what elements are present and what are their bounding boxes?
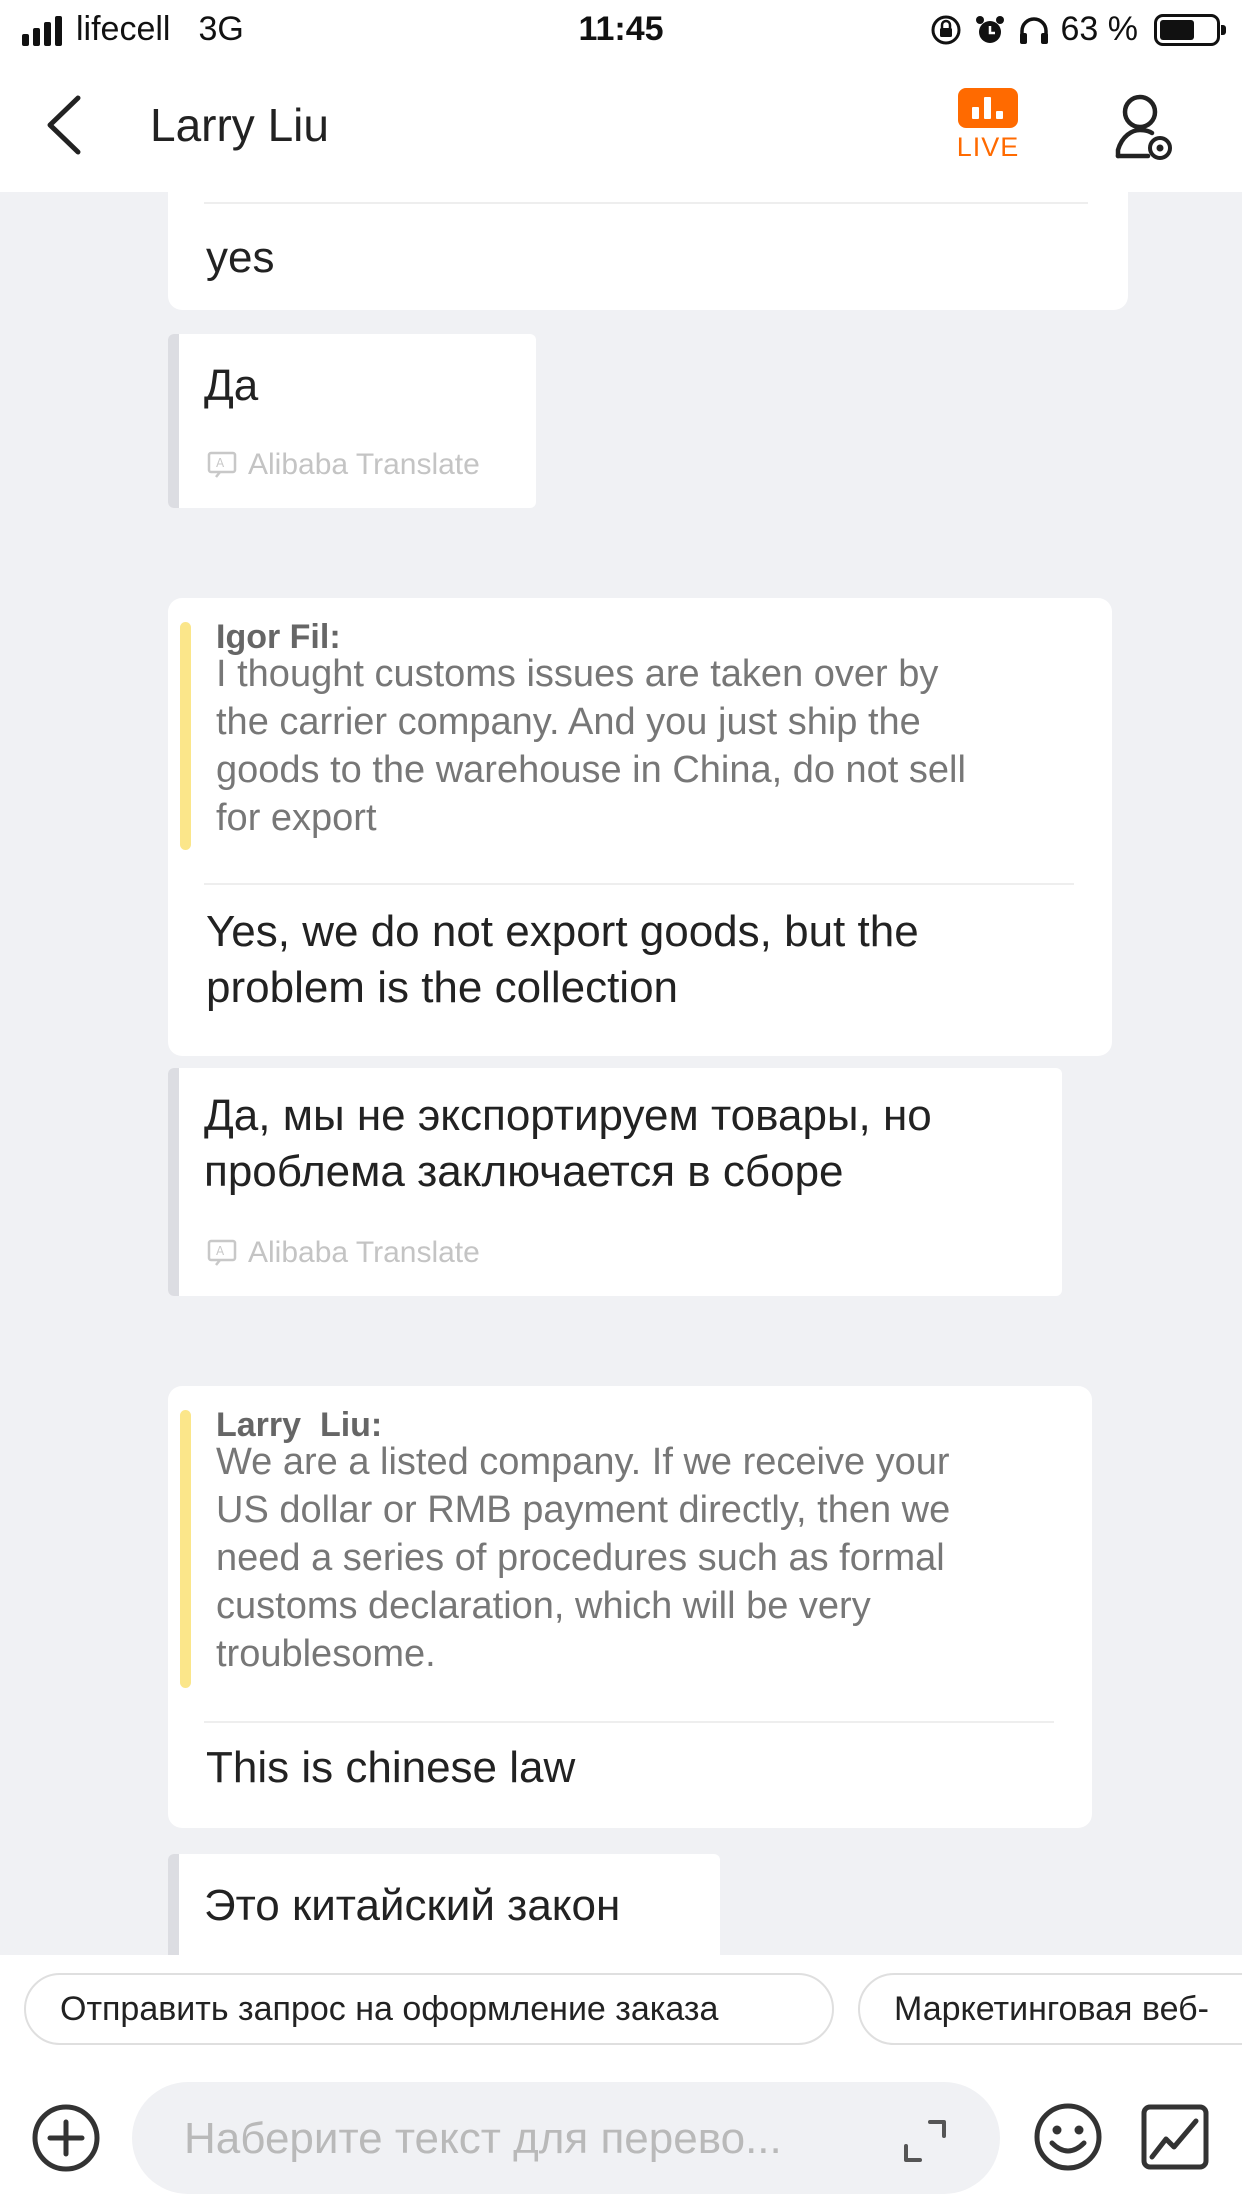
quick-reply-marketing[interactable]: Маркетинговая веб- — [858, 1973, 1242, 2045]
quote-line: We are a listed company. If we receive y… — [216, 1441, 950, 1483]
quote-line: for export — [216, 797, 377, 839]
quote-line: customs declaration, which will be very — [216, 1585, 871, 1627]
svg-text:A: A — [216, 1244, 225, 1258]
translate-icon: A — [207, 1239, 237, 1266]
expand-icon[interactable] — [902, 2118, 948, 2164]
headphones-icon — [1019, 16, 1048, 44]
message-input[interactable]: Наберите текст для перево... — [132, 2082, 1000, 2194]
message-divider — [204, 202, 1088, 204]
translation-card[interactable]: Да A Alibaba Translate — [168, 334, 536, 508]
translate-source-label: Alibaba Translate — [248, 448, 480, 481]
message-composer: Наберите текст для перево... — [0, 2065, 1242, 2208]
quick-reply-order-request[interactable]: Отправить запрос на оформление заказа — [24, 1973, 834, 2045]
svg-text:A: A — [216, 456, 225, 470]
quote-line: I thought customs issues are taken over … — [216, 653, 939, 695]
live-label: LIVE — [956, 132, 1020, 162]
live-button[interactable]: LIVE — [952, 88, 1024, 168]
message-bubble[interactable]: Igor Fil: I thought customs issues are t… — [168, 598, 1112, 1056]
translation-card[interactable]: Да, мы не экспортируем товары, но пробле… — [168, 1068, 1062, 1296]
message-line: Yes, we do not export goods, but the — [206, 907, 919, 956]
message-list[interactable]: yes Да A Alibaba Translate Igor Fil: I t… — [0, 192, 1242, 1955]
translate-source: A Alibaba Translate — [206, 448, 480, 482]
quote-line: need a series of procedures such as form… — [216, 1537, 945, 1579]
quick-replies-bar: Отправить запрос на оформление заказа Ма… — [0, 1955, 1242, 2065]
translation-text: Это китайский закон — [204, 1881, 621, 1930]
battery-icon — [1154, 13, 1226, 46]
quote-line: the carrier company. And you just ship t… — [216, 701, 921, 743]
translation-line: Да, мы не экспортируем товары, но — [204, 1091, 932, 1140]
message-bubble[interactable]: Larry Liu: We are a listed company. If w… — [168, 1386, 1092, 1828]
chevron-left-icon[interactable] — [36, 90, 96, 160]
input-placeholder: Наберите текст для перево... — [184, 2114, 782, 2163]
translate-source: A Alibaba Translate — [206, 1236, 480, 1270]
alarm-icon — [975, 15, 1004, 43]
orientation-lock-icon — [931, 15, 960, 44]
message-text: yes — [206, 233, 275, 282]
quote-line: US dollar or RMB payment directly, then … — [216, 1489, 951, 1531]
quote-line: goods to the warehouse in China, do not … — [216, 749, 966, 791]
plus-circle-icon[interactable] — [30, 2102, 102, 2174]
translation-line: проблема заключается в сборе — [204, 1147, 844, 1196]
quote-bar — [180, 1410, 191, 1688]
image-icon[interactable] — [1140, 2103, 1210, 2171]
message-line: problem is the collection — [206, 963, 679, 1012]
chat-header: Larry Liu LIVE — [0, 62, 1242, 192]
translate-icon: A — [207, 451, 237, 478]
quote-line: troublesome. — [216, 1633, 436, 1675]
contact-name: Larry Liu — [150, 99, 329, 151]
message-divider — [204, 1721, 1054, 1723]
emoji-icon[interactable] — [1032, 2101, 1104, 2173]
battery-percent: 63 % — [1060, 10, 1139, 48]
quote-bar — [180, 622, 191, 850]
status-bar: lifecell 3G 11:45 63 % — [0, 0, 1242, 62]
live-chart-icon — [958, 88, 1018, 128]
status-right: 63 % — [929, 10, 1226, 49]
chat-screen: lifecell 3G 11:45 63 % Larry Liu LIVE ye… — [0, 0, 1242, 2208]
message-divider — [204, 883, 1074, 885]
translate-source-label: Alibaba Translate — [248, 1236, 480, 1269]
message-text: This is chinese law — [206, 1743, 576, 1792]
contact-settings-icon[interactable] — [1112, 92, 1176, 164]
translation-text: Да — [204, 361, 259, 410]
message-bubble[interactable]: yes — [168, 192, 1128, 310]
translation-card[interactable]: Это китайский закон — [168, 1854, 720, 1955]
